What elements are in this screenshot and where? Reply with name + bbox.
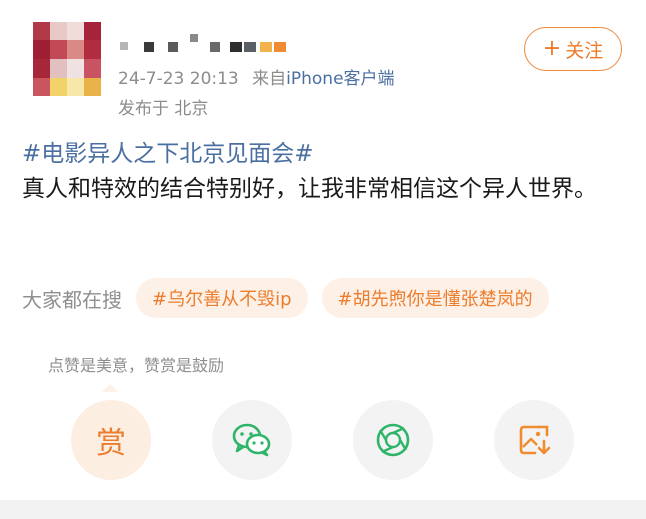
reward-tip: 点赞是美意，赞赏是鼓励 bbox=[48, 356, 225, 375]
username-pixel bbox=[168, 42, 178, 52]
username-pixel bbox=[244, 42, 256, 52]
username-pixel bbox=[120, 42, 128, 50]
trending-search-row: 大家都在搜 #乌尔善从不毁ip #胡先煦你是懂张楚岚的 bbox=[22, 278, 563, 318]
avatar-tile bbox=[67, 78, 84, 96]
share-wechat-button[interactable] bbox=[212, 400, 292, 480]
avatar-tile bbox=[33, 59, 50, 78]
reward-label: 赏 bbox=[96, 426, 126, 461]
post-date: 24-7-23 20:13 bbox=[118, 69, 239, 89]
moments-icon bbox=[376, 423, 410, 457]
avatar[interactable] bbox=[33, 22, 101, 96]
plus-icon: + bbox=[542, 36, 562, 61]
avatar-tile bbox=[67, 59, 84, 78]
trending-chip[interactable]: #乌尔善从不毁ip bbox=[136, 278, 308, 318]
hashtag-link[interactable]: #电影异人之下北京见面会# bbox=[22, 137, 632, 172]
tip-arrow bbox=[102, 384, 118, 392]
bottom-divider bbox=[0, 500, 646, 519]
post-source[interactable]: iPhone客户端 bbox=[286, 69, 394, 89]
username-pixel bbox=[190, 34, 198, 42]
username-pixel bbox=[144, 42, 154, 52]
avatar-tile bbox=[50, 78, 67, 96]
avatar-tile bbox=[67, 22, 84, 40]
trending-search-label: 大家都在搜 bbox=[22, 287, 122, 312]
avatar-tile bbox=[50, 22, 67, 40]
avatar-tile bbox=[33, 78, 50, 96]
avatar-tile bbox=[33, 40, 50, 59]
username-pixel bbox=[260, 42, 272, 52]
post-body: 真人和特效的结合特别好，让我非常相信这个异人世界。 bbox=[22, 176, 597, 202]
username-pixel bbox=[230, 42, 242, 52]
avatar-tile bbox=[84, 22, 101, 40]
source-prefix: 来自 bbox=[252, 69, 287, 89]
post-content: #电影异人之下北京见面会# 真人和特效的结合特别好，让我非常相信这个异人世界。 bbox=[22, 137, 632, 207]
avatar-tile bbox=[50, 40, 67, 59]
avatar-tile bbox=[67, 40, 84, 59]
avatar-tile bbox=[50, 59, 67, 78]
avatar-tile bbox=[84, 78, 101, 96]
follow-label: 关注 bbox=[565, 39, 604, 62]
avatar-tile bbox=[84, 40, 101, 59]
save-image-icon bbox=[519, 425, 551, 455]
wechat-icon bbox=[232, 423, 271, 457]
post-meta: 24-7-23 20:13 来自iPhone客户端 bbox=[118, 64, 395, 89]
username-pixel bbox=[274, 42, 286, 52]
trending-chip[interactable]: #胡先煦你是懂张楚岚的 bbox=[321, 278, 549, 318]
save-image-button[interactable] bbox=[494, 400, 574, 480]
avatar-tile bbox=[33, 22, 50, 40]
reward-button[interactable]: 赏 bbox=[71, 400, 151, 480]
avatar-tile bbox=[84, 59, 101, 78]
share-moments-button[interactable] bbox=[353, 400, 433, 480]
post-location: 发布于 北京 bbox=[118, 99, 209, 119]
username-pixel bbox=[210, 42, 220, 52]
follow-button[interactable]: + 关注 bbox=[524, 27, 622, 71]
